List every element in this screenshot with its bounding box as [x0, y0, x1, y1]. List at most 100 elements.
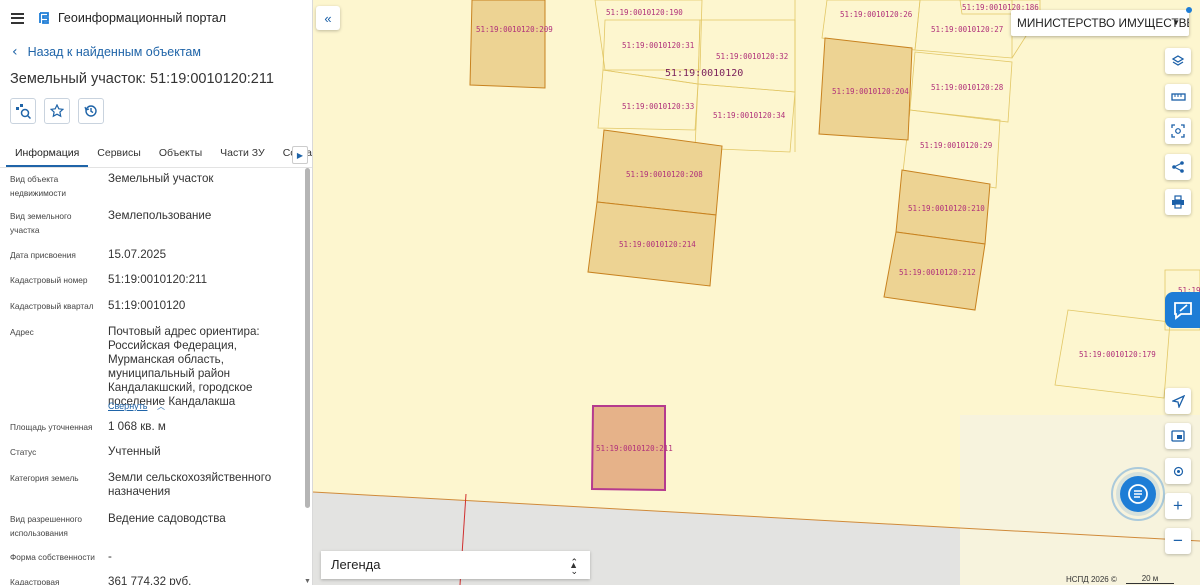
- locate-button[interactable]: [1165, 388, 1191, 414]
- share-button[interactable]: [1165, 154, 1191, 180]
- property-value: Землепользование: [108, 209, 212, 222]
- double-chevron-left-icon: «: [324, 10, 332, 26]
- legend-panel[interactable]: Легенда ▲ ⌃ ⌄: [321, 551, 590, 579]
- scroll-down-icon[interactable]: ▼: [304, 578, 311, 585]
- history-icon: [84, 105, 97, 117]
- object-tabs: Информация Сервисы Объекты Части ЗУ Сост…: [0, 140, 312, 168]
- chat-button[interactable]: [1120, 476, 1156, 512]
- map-svg[interactable]: 51:19:0010120:209 51:19:0010120:204 51:1…: [313, 0, 1200, 585]
- parcel-label: 51:19:0010120:33: [622, 102, 694, 111]
- map-canvas[interactable]: 51:19:0010120:209 51:19:0010120:204 51:1…: [313, 0, 1200, 585]
- parcel-label: 51:19:0010120:27: [931, 25, 1003, 34]
- property-value: Земельный участок: [108, 172, 214, 185]
- parcel-label: 51:19:0010120:190: [606, 8, 683, 17]
- zoom-to-object-button[interactable]: [10, 98, 36, 124]
- collapse-link-label: Свернуть: [108, 401, 148, 411]
- object-actions: [0, 90, 312, 138]
- info-sidebar: Геоинформационный портал ‹ Назад к найде…: [0, 0, 313, 585]
- collapse-sidebar-button[interactable]: «: [316, 6, 340, 30]
- area-select-button[interactable]: [1165, 118, 1191, 144]
- portal-logo-icon: [39, 12, 49, 24]
- feedback-icon: [1173, 302, 1192, 320]
- layers-icon: [1171, 55, 1185, 66]
- basemap-button[interactable]: [1165, 423, 1191, 449]
- parcel-label: 51:19:0010120:212: [899, 268, 976, 277]
- geolocation-icon: [1173, 466, 1183, 476]
- layers-button[interactable]: [1165, 48, 1191, 74]
- print-button[interactable]: [1165, 189, 1191, 215]
- properties-list: Вид объекта недвижимости Земельный участ…: [0, 166, 302, 585]
- parcel-label: 51:19:0010120:26: [840, 10, 913, 19]
- basemap-icon: [1171, 430, 1185, 442]
- parcel-label: 51:19:0010120:209: [476, 25, 553, 34]
- object-title: Земельный участок: 51:19:0010120:211: [10, 71, 274, 87]
- quarter-label: 51:19:0010120: [665, 68, 743, 79]
- parcel-label: 51:19:0010120:29: [920, 141, 992, 150]
- property-label: Дата присвоения: [10, 250, 76, 260]
- property-value: 51:19:0010120:211: [108, 273, 208, 286]
- zoom-to-object-icon: [16, 104, 31, 119]
- property-value: Учтенный: [108, 445, 161, 458]
- tabs-scroll-right-button[interactable]: ▶: [292, 146, 308, 164]
- property-label: Адрес: [10, 327, 34, 337]
- tab-information[interactable]: Информация: [6, 140, 89, 167]
- tab-objects[interactable]: Объекты: [150, 140, 211, 167]
- feedback-side-tab[interactable]: [1165, 292, 1200, 328]
- geolocation-button[interactable]: [1165, 458, 1191, 484]
- navigation-arrow-icon: [1171, 394, 1185, 408]
- minus-icon: −: [1173, 531, 1183, 550]
- favorite-button[interactable]: [44, 98, 70, 124]
- portal-title: Геоинформационный портал: [58, 11, 227, 25]
- chevron-right-icon: ▶: [296, 150, 304, 160]
- print-icon: [1172, 195, 1184, 209]
- star-icon: [50, 104, 64, 118]
- sidebar-scrollbar[interactable]: ▼: [304, 166, 311, 585]
- property-label: Форма собственности: [10, 552, 95, 562]
- parcel-label: 51:19:0010120:204: [832, 87, 909, 96]
- history-button[interactable]: [78, 98, 104, 124]
- share-icon: [1172, 161, 1184, 173]
- parcel-label: 51:19:0010120:214: [619, 240, 696, 249]
- area-select-icon: [1171, 124, 1185, 138]
- property-value: 361 774,32 руб.: [108, 575, 192, 585]
- chevron-updown-icon: ⌃ ⌄: [570, 557, 578, 576]
- tab-services[interactable]: Сервисы: [88, 140, 150, 167]
- back-to-results-link[interactable]: ‹ Назад к найденным объектам: [0, 36, 312, 68]
- collapse-address-link[interactable]: Свернуть ︿: [108, 396, 188, 414]
- parcel-label: 51:19:0010120:32: [716, 52, 788, 61]
- parcel-label: 51:19:0010120:179: [1079, 350, 1156, 359]
- parcel-label: 51:19:0010120:208: [626, 170, 703, 179]
- ministry-select[interactable]: МИНИСТЕРСТВО ИМУЩЕСТВЕННЫХ ОТНОШЕНИЙ ▼: [1011, 10, 1189, 36]
- property-label: Кадастровая: [10, 577, 60, 585]
- ruler-icon: [1170, 93, 1186, 101]
- property-label: Категория земель: [10, 473, 79, 483]
- chat-icon: [1128, 484, 1148, 504]
- property-label: Кадастровый номер: [10, 275, 88, 285]
- ministry-select-value: МИНИСТЕРСТВО ИМУЩЕСТВЕННЫХ ОТНОШЕНИЙ: [1017, 16, 1189, 30]
- scrollbar-thumb[interactable]: [305, 168, 310, 508]
- property-label: Вид разрешенного использования: [10, 514, 82, 538]
- parcel-209[interactable]: [469, 0, 546, 89]
- property-label: Площадь уточненная: [10, 422, 93, 432]
- property-label: Статус: [10, 447, 37, 457]
- back-link-label: Назад к найденным объектам: [27, 45, 201, 59]
- plus-icon: +: [1173, 496, 1183, 515]
- measure-button[interactable]: [1165, 84, 1191, 110]
- property-value: Земли сельскохозяйственного назначения: [108, 471, 272, 498]
- parcel-label: 51:19:0010120:28: [931, 83, 1004, 92]
- zoom-out-button[interactable]: −: [1165, 528, 1191, 554]
- property-value: 51:19:0010120: [108, 299, 186, 312]
- parcel-label: 51:19:0010120:31: [622, 41, 694, 50]
- property-label: Вид земельного участка: [10, 211, 72, 235]
- zoom-in-button[interactable]: +: [1165, 493, 1191, 519]
- legend-label: Легенда: [331, 557, 381, 572]
- property-value: Ведение садоводства: [108, 512, 226, 525]
- parcel-label: 51:19:0010120:210: [908, 204, 985, 213]
- notification-dot: [1186, 7, 1192, 13]
- property-value: 15.07.2025: [108, 248, 167, 261]
- parcel-label: 51:19:0010120:211: [596, 444, 673, 453]
- hamburger-icon[interactable]: [11, 12, 24, 24]
- tab-parcel-parts[interactable]: Части ЗУ: [211, 140, 274, 167]
- property-value: -: [108, 550, 112, 563]
- scale-bar: 20 м: [1126, 575, 1174, 584]
